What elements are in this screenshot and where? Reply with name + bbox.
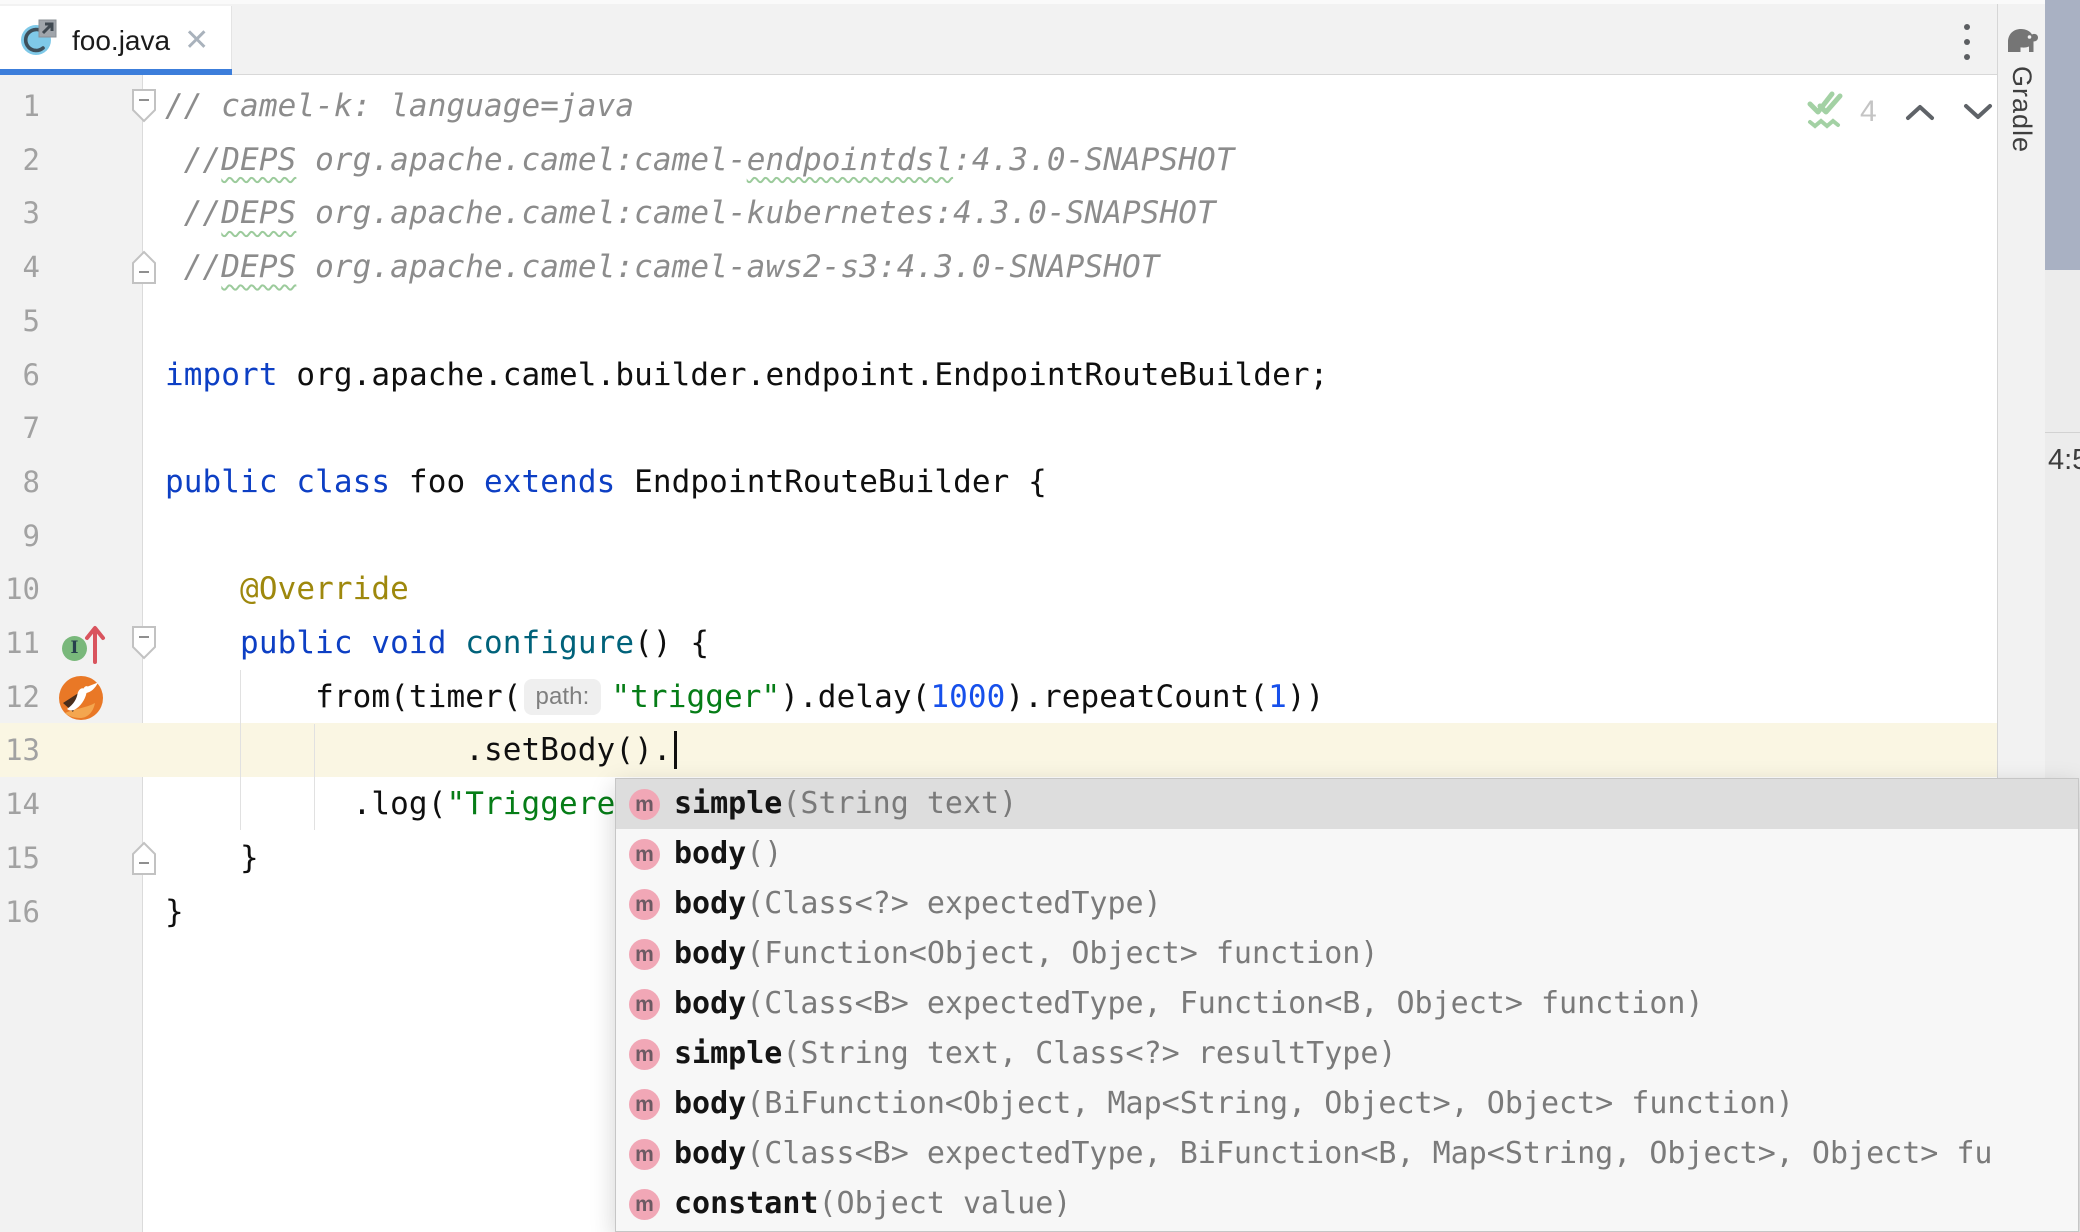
method-icon: m — [629, 989, 660, 1020]
background-window-header — [2045, 0, 2080, 270]
line-number[interactable]: 9 — [0, 509, 40, 563]
line-number[interactable]: 1 — [0, 79, 40, 133]
line-number[interactable]: 8 — [0, 455, 40, 509]
method-icon: m — [629, 789, 660, 820]
method-icon: m — [629, 939, 660, 970]
code-line-10[interactable]: 10 @Override — [0, 562, 1997, 616]
completion-popup: msimple(String text)mbody()mbody(Class<?… — [615, 778, 2079, 1232]
code-text: .setBody(). — [165, 723, 677, 777]
line-number[interactable]: 6 — [0, 348, 40, 402]
code-text: .log("Triggere — [165, 777, 615, 831]
code-line-7[interactable]: 7 — [0, 401, 1997, 455]
line-number[interactable]: 3 — [0, 186, 40, 240]
code-text: public class foo extends EndpointRouteBu… — [165, 455, 1047, 509]
divider — [2045, 432, 2080, 433]
code-line-11[interactable]: 11 I public void configure() { — [0, 616, 1997, 670]
line-number[interactable]: 13 — [0, 723, 40, 777]
method-icon: m — [629, 839, 660, 870]
code-text: //DEPS org.apache.camel:camel-endpointds… — [165, 133, 1235, 187]
code-line-5[interactable]: 5 — [0, 294, 1997, 348]
method-icon: m — [629, 889, 660, 920]
fold-start-marker[interactable] — [131, 88, 157, 124]
completion-method-name: body — [674, 879, 746, 929]
completion-method-params: () — [746, 829, 782, 879]
inspections-widget: 4 — [1806, 90, 1993, 134]
line-number[interactable]: 10 — [0, 562, 40, 616]
completion-item[interactable]: mbody(Class<B> expectedType, Function<B,… — [616, 979, 2078, 1029]
fold-start-marker[interactable] — [131, 625, 157, 661]
completion-item[interactable]: m constant(Object value) — [616, 1179, 2078, 1229]
text-cursor — [674, 731, 677, 769]
line-number[interactable]: 11 — [0, 616, 40, 670]
completion-item[interactable]: mbody(Function<Object, Object> function) — [616, 929, 2078, 979]
code-text: //DEPS org.apache.camel:camel-aws2-s3:4.… — [165, 240, 1159, 294]
fold-end-marker[interactable] — [131, 249, 157, 285]
code-line-1[interactable]: 1 // camel-k: language=java — [0, 79, 1997, 133]
code-text: @Override — [165, 562, 409, 616]
method-icon: m — [629, 1039, 660, 1070]
code-line-9[interactable]: 9 — [0, 509, 1997, 563]
ide-window: foo.java ✕ 1// camel-k: language=java2 /… — [0, 0, 2080, 1232]
completion-item[interactable]: mbody() — [616, 829, 2078, 879]
code-line-13[interactable]: 13 .setBody(). — [0, 723, 1997, 777]
inspection-count: 4 — [1860, 95, 1877, 129]
completion-method-name: body — [674, 929, 746, 979]
line-number[interactable]: 16 — [0, 885, 40, 939]
line-number[interactable]: 7 — [0, 401, 40, 455]
previous-problem-button[interactable] — [1905, 103, 1935, 121]
code-text: } — [165, 831, 259, 885]
completion-method-name: body — [674, 1079, 746, 1129]
completion-method-name: body — [674, 829, 746, 879]
completion-method-params: (BiFunction<Object, Map<String, Object>,… — [746, 1079, 1794, 1129]
fold-end-marker[interactable] — [131, 840, 157, 876]
next-problem-button[interactable] — [1963, 103, 1993, 121]
code-text: import org.apache.camel.builder.endpoint… — [165, 348, 1328, 402]
completion-item[interactable]: mbody(BiFunction<Object, Map<String, Obj… — [616, 1079, 2078, 1129]
method-icon: m — [629, 1189, 660, 1220]
code-text: //DEPS org.apache.camel:camel-kubernetes… — [165, 186, 1216, 240]
code-text: public void configure() { — [165, 616, 709, 670]
completion-method-params: (Class<?> expectedType) — [746, 879, 1161, 929]
completion-method-params: (Class<B> expectedType, BiFunction<B, Ma… — [746, 1129, 1992, 1179]
code-line-2[interactable]: 2 //DEPS org.apache.camel:camel-endpoint… — [0, 133, 1997, 187]
window-top-edge — [0, 0, 2045, 4]
completion-method-name: body — [674, 979, 746, 1029]
typos-ok-icon[interactable] — [1806, 88, 1850, 137]
overrides-method-icon[interactable]: I — [62, 622, 110, 666]
completion-method-name: simple — [674, 779, 782, 829]
gradle-elephant-icon — [2003, 20, 2041, 63]
code-text: } — [165, 885, 184, 939]
completion-method-params: (Function<Object, Object> function) — [746, 929, 1378, 979]
line-number[interactable]: 15 — [0, 831, 40, 885]
line-number[interactable]: 2 — [0, 133, 40, 187]
completion-item[interactable]: mbody(Class<?> expectedType) — [616, 879, 2078, 929]
completion-method-params: (String text, Class<?> resultType) — [782, 1029, 1396, 1079]
code-text: from(timer(path:"trigger").delay(1000).r… — [165, 670, 1324, 724]
code-line-12[interactable]: 12 from(timer(path:"trigger").delay(1000… — [0, 670, 1997, 724]
completion-method-name: constant — [674, 1179, 819, 1229]
inlay-hint: path: — [524, 679, 602, 715]
code-line-4[interactable]: 4 //DEPS org.apache.camel:camel-aws2-s3:… — [0, 240, 1997, 294]
completion-method-name: simple — [674, 1029, 782, 1079]
method-icon: m — [629, 1089, 660, 1120]
line-number[interactable]: 4 — [0, 240, 40, 294]
completion-method-params: (String text) — [782, 779, 1017, 829]
code-line-3[interactable]: 3 //DEPS org.apache.camel:camel-kubernet… — [0, 186, 1997, 240]
line-number[interactable]: 14 — [0, 777, 40, 831]
line-number[interactable]: 12 — [0, 670, 40, 724]
line-number[interactable]: 5 — [0, 294, 40, 348]
completion-method-name: body — [674, 1129, 746, 1179]
completion-item[interactable]: msimple(String text, Class<?> resultType… — [616, 1029, 2078, 1079]
completion-method-params: (Class<B> expectedType, Function<B, Obje… — [746, 979, 1703, 1029]
background-window-text: 4:5 — [2048, 444, 2080, 477]
completion-method-params: (Object value) — [819, 1179, 1072, 1229]
code-line-8[interactable]: 8 public class foo extends EndpointRouteB… — [0, 455, 1997, 509]
method-icon: m — [629, 1139, 660, 1170]
code-line-6[interactable]: 6 import org.apache.camel.builder.endpoin… — [0, 348, 1997, 402]
completion-item[interactable]: msimple(String text) — [616, 779, 2078, 829]
camel-route-icon[interactable] — [58, 675, 104, 721]
completion-item[interactable]: mbody(Class<B> expectedType, BiFunction<… — [616, 1129, 2078, 1179]
gradle-label: Gradle — [2006, 66, 2037, 153]
code-text: // camel-k: language=java — [165, 79, 634, 133]
